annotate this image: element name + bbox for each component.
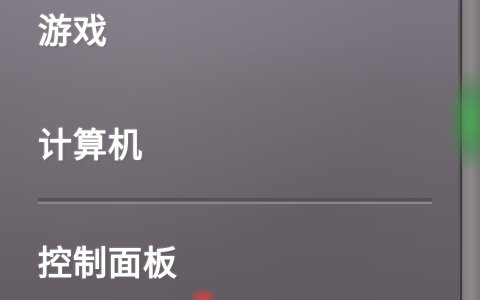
- menu-separator: [38, 195, 432, 209]
- menu-item-computer[interactable]: 计算机: [38, 118, 143, 167]
- menu-item-control-panel[interactable]: 控制面板: [38, 236, 178, 285]
- separator-line-dark: [38, 198, 432, 201]
- screenshot-stage: 游戏 计算机 控制面板: [0, 0, 480, 300]
- separator-line-light: [38, 202, 432, 204]
- start-menu-right-pane: 游戏 计算机 控制面板: [0, 0, 458, 300]
- green-highlight-glow: [448, 70, 480, 170]
- menu-item-games[interactable]: 游戏: [38, 4, 108, 53]
- red-glow-spot: [192, 290, 214, 300]
